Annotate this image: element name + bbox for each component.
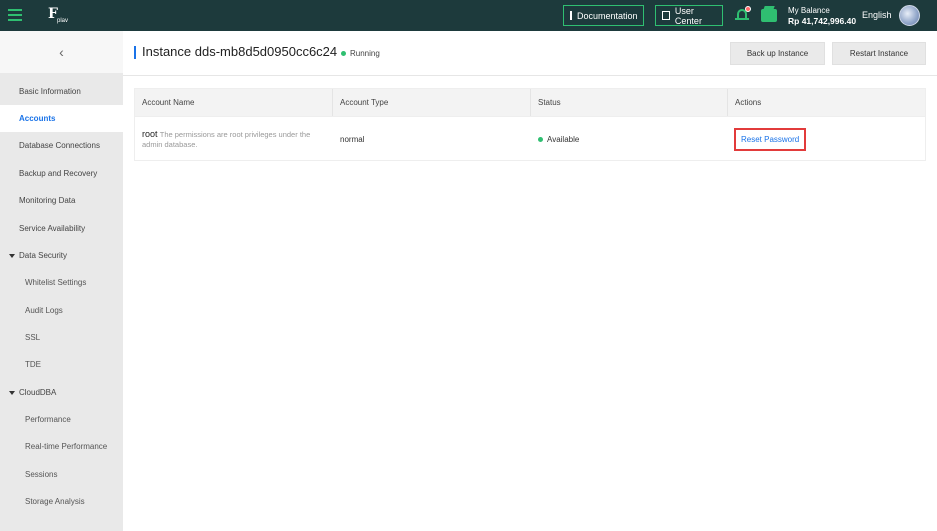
document-icon — [570, 11, 572, 20]
balance-amount: Rp 41,742,996.40 — [788, 16, 857, 26]
table-header: Account Name Account Type Status Actions — [135, 89, 925, 116]
sidebar-item-label: Audit Logs — [25, 306, 63, 315]
sidebar-item-tde[interactable]: TDE — [0, 351, 123, 378]
account-status: Available — [547, 134, 580, 144]
page-header: Instance dds-mb8d5d0950cc6c24 Running Ba… — [123, 31, 937, 76]
wallet-icon[interactable] — [761, 9, 777, 22]
column-header: Account Name — [135, 89, 333, 116]
balance-label: My Balance — [788, 6, 830, 15]
table-row: root The permissions are root privileges… — [135, 116, 925, 160]
monitor-icon — [662, 11, 670, 20]
account-name: root — [142, 128, 158, 139]
sidebar-group-clouddba[interactable]: CloudDBA — [0, 379, 123, 406]
reset-password-link[interactable]: Reset Password — [734, 127, 807, 151]
sidebar-item-sessions[interactable]: Sessions — [0, 461, 123, 488]
sidebar-item-label: CloudDBA — [19, 388, 57, 397]
sidebar-item-label: Sessions — [25, 470, 58, 479]
sidebar-item-monitoring-data[interactable]: Monitoring Data — [0, 187, 123, 214]
account-status-cell: Available — [531, 117, 728, 161]
sidebar-item-label: Accounts — [19, 114, 56, 123]
sidebar-item-backup-and-recovery[interactable]: Backup and Recovery — [0, 160, 123, 187]
sidebar-item-ssl[interactable]: SSL — [0, 324, 123, 351]
top-bar: Fplav Documentation User Center My Balan… — [0, 0, 937, 31]
bell-icon[interactable] — [735, 6, 751, 22]
sidebar-item-label: Service Availability — [19, 224, 86, 233]
sidebar-item-label: Basic Information — [19, 87, 81, 96]
status-badge: Running — [341, 49, 380, 58]
column-header: Status — [531, 89, 728, 116]
sidebar-item-label: SSL — [25, 333, 41, 342]
sidebar-item-label: Data Security — [19, 251, 68, 260]
language-selector[interactable]: English — [862, 10, 892, 20]
back-button[interactable]: ‹ — [0, 31, 123, 73]
sidebar-item-whitelist-settings[interactable]: Whitelist Settings — [0, 269, 123, 296]
sidebar-item-label: Whitelist Settings — [25, 278, 87, 287]
user-center-label: User Center — [674, 5, 702, 26]
available-dot-icon — [538, 136, 543, 142]
sidebar-item-label: Database Connections — [19, 141, 100, 150]
sidebar-item-service-availability[interactable]: Service Availability — [0, 215, 123, 242]
documentation-label: Documentation — [577, 10, 638, 21]
sidebar-item-audit-logs[interactable]: Audit Logs — [0, 297, 123, 324]
column-header: Account Type — [333, 89, 531, 116]
title-accent-bar — [134, 46, 136, 59]
notification-dot — [745, 6, 751, 12]
status-label: Running — [350, 49, 380, 58]
sidebar-group-data-security[interactable]: Data Security — [0, 242, 123, 269]
status-dot-icon — [341, 51, 346, 56]
sidebar-item-label: Backup and Recovery — [19, 169, 98, 178]
sidebar-item-label: TDE — [25, 360, 41, 369]
restart-instance-button[interactable]: Restart Instance — [832, 42, 926, 65]
sidebar-item-performance[interactable]: Performance — [0, 406, 123, 433]
documentation-button[interactable]: Documentation — [563, 5, 644, 26]
sidebar-item-basic-information[interactable]: Basic Information — [0, 78, 123, 105]
menu-icon[interactable] — [8, 9, 22, 21]
backup-instance-button[interactable]: Back up Instance — [730, 42, 825, 65]
caret-down-icon — [9, 390, 15, 395]
account-type-cell: normal — [340, 134, 365, 144]
account-name-cell: root The permissions are root privileges… — [135, 117, 333, 161]
page-title: Instance dds-mb8d5d0950cc6c24 — [142, 44, 338, 59]
sidebar-item-real-time-performance[interactable]: Real-time Performance — [0, 433, 123, 460]
user-center-button[interactable]: User Center — [655, 5, 723, 26]
balance-display[interactable]: My Balance Rp 41,742,996.40 — [788, 5, 856, 27]
sidebar: ‹ Basic Information Accounts Database Co… — [0, 31, 123, 531]
actions-cell: Reset Password — [728, 117, 925, 161]
chevron-left-icon: ‹ — [59, 44, 64, 60]
sidebar-item-storage-analysis[interactable]: Storage Analysis — [0, 488, 123, 515]
sidebar-item-label: Performance — [25, 415, 71, 424]
sidebar-item-label: Storage Analysis — [25, 497, 85, 506]
sidebar-item-label: Monitoring Data — [19, 196, 76, 205]
brand-logo[interactable]: Fplav — [48, 6, 70, 26]
sidebar-item-label: Real-time Performance — [25, 442, 108, 451]
account-description: The permissions are root privileges unde… — [142, 129, 311, 149]
avatar[interactable] — [899, 5, 920, 26]
column-header: Actions — [735, 98, 762, 107]
sidebar-item-accounts[interactable]: Accounts — [0, 105, 123, 132]
caret-down-icon — [9, 253, 15, 258]
sidebar-item-database-connections[interactable]: Database Connections — [0, 132, 123, 159]
accounts-table: Account Name Account Type Status Actions… — [134, 88, 926, 161]
main-content: Instance dds-mb8d5d0950cc6c24 Running Ba… — [123, 31, 937, 531]
